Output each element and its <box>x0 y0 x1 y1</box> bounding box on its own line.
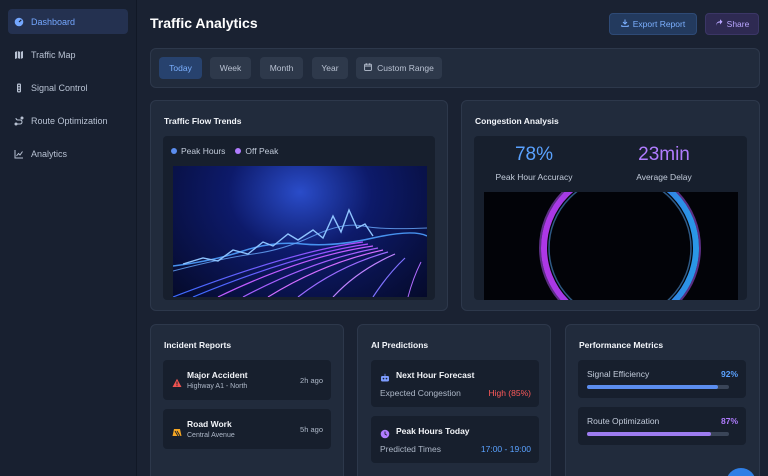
map-icon <box>14 50 24 60</box>
metric-bar-fill <box>587 385 718 389</box>
sidebar-item-traffic-map[interactable]: Traffic Map <box>8 42 128 67</box>
peak-hour-accuracy-value: 78% <box>514 144 554 165</box>
filter-week[interactable]: Week <box>210 57 251 79</box>
congestion-panel: 78% Peak Hour Accuracy 23min Average Del… <box>474 136 747 300</box>
off-peak-dot <box>235 148 242 154</box>
sidebar-item-dashboard[interactable]: Dashboard <box>8 9 128 34</box>
incident-reports-title: Incident Reports <box>164 340 232 350</box>
average-delay-label: Average Delay <box>636 172 692 182</box>
sidebar-item-analytics[interactable]: Analytics <box>8 141 128 166</box>
robot-icon <box>380 370 390 382</box>
chart-legend: Peak Hours Off Peak <box>171 146 278 156</box>
time-filter-bar: Today Week Month Year Custom Range <box>150 48 760 88</box>
sidebar-item-route-optimization[interactable]: Route Optimization <box>8 108 128 133</box>
ai-predictions-title: AI Predictions <box>371 340 429 350</box>
incident-title: Road Work <box>187 419 232 429</box>
share-button[interactable]: Share <box>705 13 759 35</box>
metric-label: Signal Efficiency <box>587 369 650 379</box>
sidebar-item-label: Route Optimization <box>31 115 108 126</box>
congestion-ring-image <box>484 192 738 300</box>
sidebar-item-signal-control[interactable]: Signal Control <box>8 75 128 100</box>
peak-hour-accuracy-label: Peak Hour Accuracy <box>495 172 573 182</box>
metric-value: 92% <box>720 369 738 379</box>
incident-time: 5h ago <box>300 425 323 434</box>
sidebar-item-label: Analytics <box>31 148 68 159</box>
legend-peak-hours: Peak Hours <box>171 146 225 156</box>
download-icon <box>621 19 629 29</box>
export-report-button[interactable]: Export Report <box>609 13 697 35</box>
share-label: Share <box>726 19 750 29</box>
metric-value: 87% <box>720 416 738 426</box>
metric-item: Route Optimization 87% <box>578 407 746 445</box>
performance-metrics-card: Performance Metrics Signal Efficiency 92… <box>565 324 760 476</box>
traffic-flow-chart-panel: Peak Hours Off Peak <box>163 136 435 300</box>
share-icon <box>715 19 723 29</box>
legend-label: Off Peak <box>245 146 279 156</box>
peak-hours-dot <box>171 148 177 154</box>
sidebar-item-label: Traffic Map <box>31 49 76 60</box>
filter-year[interactable]: Year <box>312 57 348 79</box>
main-content: Traffic Analytics Export Report Share To… <box>138 0 768 476</box>
metric-item: Signal Efficiency 92% <box>578 360 746 398</box>
prediction-title: Next Hour Forecast <box>396 370 475 380</box>
route-icon <box>14 116 24 126</box>
clock-icon <box>380 426 390 439</box>
prediction-item[interactable]: Next Hour Forecast Expected Congestion H… <box>371 360 539 407</box>
average-delay-value: 23min <box>638 144 690 165</box>
filter-month[interactable]: Month <box>260 57 303 79</box>
prediction-title: Peak Hours Today <box>396 426 470 436</box>
prediction-label: Predicted Times <box>380 444 441 454</box>
traffic-light-icon <box>14 83 24 93</box>
legend-label: Peak Hours <box>181 146 226 156</box>
metric-bar-fill <box>587 432 711 436</box>
prediction-item[interactable]: Peak Hours Today Predicted Times 17:00 -… <box>371 416 539 463</box>
sidebar-item-label: Signal Control <box>31 82 88 93</box>
congestion-title: Congestion Analysis <box>475 116 559 126</box>
export-report-label: Export Report <box>632 19 686 29</box>
prediction-label: Expected Congestion <box>380 388 461 398</box>
page-title: Traffic Analytics <box>150 15 258 31</box>
calendar-icon <box>364 63 372 73</box>
traffic-flow-image <box>173 166 427 297</box>
incident-reports-card: Incident Reports Major Accident Highway … <box>150 324 344 476</box>
metric-label: Route Optimization <box>587 416 660 426</box>
filter-today[interactable]: Today <box>159 57 202 79</box>
metric-bar-track <box>587 432 729 436</box>
incident-location: Highway A1 - North <box>187 383 248 390</box>
prediction-value: High (85%) <box>488 388 531 398</box>
incident-item[interactable]: Road Work Central Avenue 5h ago <box>163 409 331 449</box>
gauge-icon <box>14 17 24 27</box>
legend-off-peak: Off Peak <box>235 146 278 156</box>
incident-item[interactable]: Major Accident Highway A1 - North 2h ago <box>163 360 331 400</box>
prediction-value: 17:00 - 19:00 <box>480 444 531 454</box>
traffic-flow-card: Traffic Flow Trends Peak Hours Off Peak <box>150 100 448 311</box>
sidebar: Dashboard Traffic Map Signal Control Rou… <box>0 0 137 476</box>
construction-icon <box>172 424 182 437</box>
metric-bar-track <box>587 385 729 389</box>
traffic-flow-title: Traffic Flow Trends <box>164 116 242 126</box>
performance-metrics-title: Performance Metrics <box>579 340 664 350</box>
custom-range-label: Custom Range <box>377 63 434 73</box>
filter-custom-range[interactable]: Custom Range <box>356 57 442 79</box>
ai-predictions-card: AI Predictions Next Hour Forecast Expect… <box>357 324 551 476</box>
line-chart-icon <box>14 149 24 159</box>
warning-icon <box>172 375 182 387</box>
incident-location: Central Avenue <box>187 432 235 439</box>
incident-time: 2h ago <box>300 376 323 385</box>
sidebar-item-label: Dashboard <box>31 16 76 27</box>
incident-title: Major Accident <box>187 370 248 380</box>
congestion-card: Congestion Analysis 78% Peak Hour Accura… <box>461 100 760 311</box>
